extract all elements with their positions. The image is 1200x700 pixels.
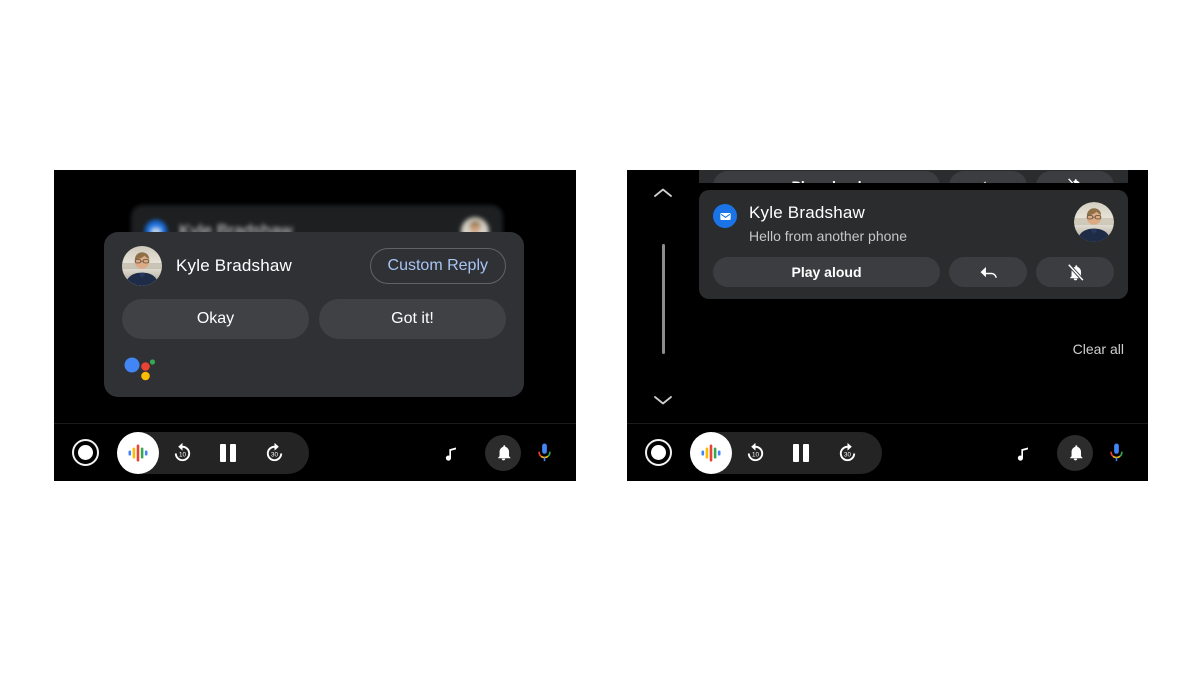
- scrollbar-track[interactable]: [643, 205, 683, 393]
- left-screen-content: Kyle Bradshaw Kyle Bradshaw Custom Reply…: [54, 170, 576, 424]
- system-toolbar: 10 30: [627, 423, 1148, 481]
- play-aloud-button[interactable]: Play aloud: [713, 257, 940, 287]
- replay-10-icon: 10: [747, 442, 763, 462]
- forward-button[interactable]: 30: [251, 432, 297, 474]
- microphone-button[interactable]: [535, 442, 554, 464]
- avatar: [122, 246, 162, 286]
- music-button[interactable]: [441, 442, 461, 464]
- rewind-button[interactable]: 10: [159, 432, 205, 474]
- custom-reply-button[interactable]: Custom Reply: [369, 248, 506, 284]
- circle-icon: [651, 445, 666, 460]
- pause-icon: [220, 443, 236, 462]
- music-note-icon: [1017, 447, 1028, 461]
- replay-10-icon: 10: [174, 442, 190, 462]
- notification-card[interactable]: Kyle Bradshaw Hello from another phone P…: [699, 190, 1128, 299]
- reply-arrow-icon: [980, 266, 997, 278]
- bell-off-icon: [1067, 177, 1080, 183]
- notifications-button[interactable]: [485, 434, 521, 471]
- mute-button[interactable]: [1036, 171, 1114, 183]
- music-button[interactable]: [1013, 442, 1033, 464]
- dialog-sender-name: Kyle Bradshaw: [176, 256, 292, 275]
- dialog-header: Kyle Bradshaw Custom Reply: [122, 246, 506, 286]
- forward-button[interactable]: 30: [824, 432, 870, 474]
- forward-30-icon: 30: [266, 442, 282, 462]
- system-toolbar: 10 30: [54, 423, 576, 481]
- media-controls-pill: 10 30: [690, 431, 882, 474]
- pause-icon: [793, 443, 809, 462]
- quick-reply-row: Okay Got it!: [122, 299, 506, 339]
- device-screen-left: Kyle Bradshaw Kyle Bradshaw Custom Reply…: [54, 170, 576, 481]
- google-assistant-icon: [128, 444, 148, 461]
- play-aloud-button[interactable]: Play aloud: [713, 171, 940, 183]
- bell-off-icon: [1067, 263, 1084, 281]
- screenshot-stage: Kyle Bradshaw Kyle Bradshaw Custom Reply…: [0, 0, 1200, 700]
- message-icon: [713, 204, 737, 228]
- chevron-down-icon[interactable]: [652, 393, 674, 412]
- quick-reply-okay-button[interactable]: Okay: [122, 299, 309, 339]
- play-pause-button[interactable]: [205, 432, 251, 474]
- microphone-button[interactable]: [1107, 442, 1126, 464]
- bell-icon: [1069, 445, 1082, 461]
- mute-button[interactable]: [1036, 257, 1114, 287]
- reply-arrow-icon: [983, 181, 986, 183]
- chevron-up-icon[interactable]: [652, 186, 674, 205]
- notification-scrollbar[interactable]: [643, 186, 683, 412]
- notification-message: Hello from another phone: [749, 228, 907, 244]
- scrollbar-thumb[interactable]: [661, 244, 665, 354]
- notification-actions: Play aloud: [713, 257, 1114, 287]
- forward-30-icon: 30: [839, 442, 855, 462]
- clear-all-button[interactable]: Clear all: [1073, 341, 1124, 357]
- assistant-button[interactable]: [117, 431, 159, 474]
- assistant-button[interactable]: [690, 431, 732, 474]
- svg-text:30: 30: [844, 451, 851, 458]
- device-screen-right: Play aloud: [627, 170, 1148, 481]
- rewind-button[interactable]: 10: [732, 432, 778, 474]
- avatar: [1074, 202, 1114, 242]
- assistant-reply-dialog: Kyle Bradshaw Custom Reply Okay Got it!: [104, 232, 524, 397]
- notification-header: Kyle Bradshaw Hello from another phone: [713, 202, 1114, 246]
- play-pause-button[interactable]: [778, 432, 824, 474]
- bell-icon: [497, 445, 510, 461]
- media-controls-pill: 10 30: [117, 431, 309, 474]
- microphone-icon: [538, 443, 551, 461]
- notification-sender: Kyle Bradshaw: [749, 203, 865, 222]
- notification-list: Play aloud: [699, 170, 1128, 424]
- home-button[interactable]: [72, 439, 99, 466]
- partial-notification-card[interactable]: Play aloud: [699, 170, 1128, 183]
- circle-icon: [78, 445, 93, 460]
- reply-button[interactable]: [949, 171, 1027, 183]
- music-note-icon: [445, 447, 456, 461]
- svg-text:10: 10: [179, 451, 186, 458]
- svg-text:10: 10: [752, 451, 759, 458]
- google-assistant-dots-icon: [122, 355, 162, 383]
- home-button[interactable]: [645, 439, 672, 466]
- svg-text:30: 30: [271, 451, 278, 458]
- notifications-button[interactable]: [1057, 434, 1093, 471]
- quick-reply-got-it-button[interactable]: Got it!: [319, 299, 506, 339]
- reply-button[interactable]: [949, 257, 1027, 287]
- google-assistant-icon: [701, 444, 721, 461]
- right-screen-content: Play aloud: [627, 170, 1148, 424]
- microphone-icon: [1110, 443, 1123, 461]
